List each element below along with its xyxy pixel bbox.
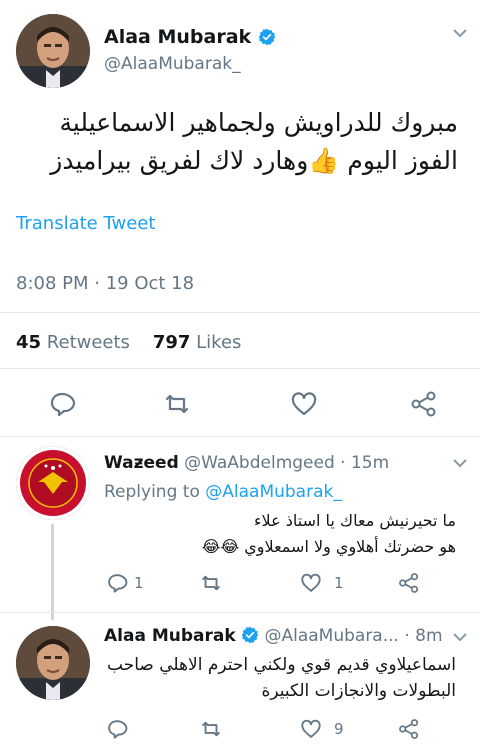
replying-to-prefix: Replying to — [104, 482, 200, 502]
likes-label[interactable]: Likes — [196, 332, 241, 353]
verified-badge-icon — [241, 626, 259, 644]
retweets-label[interactable]: Retweets — [47, 332, 130, 353]
reply-text-line: اسماعيلاوي قديم قوي ولكني احترم الاهلي ص… — [107, 655, 456, 675]
reply-text: ما تحيرنيش معاك يا استاذ علاء هو حضرتك أ… — [96, 508, 456, 560]
reply-icon[interactable] — [48, 390, 76, 418]
translate-tweet-link[interactable]: Translate Tweet — [16, 213, 155, 234]
reply-header: Waƶeed @WaAbdelmgeed · 15m — [104, 453, 389, 473]
share-icon[interactable] — [410, 390, 438, 418]
author-name[interactable]: Alaa Mubarak — [104, 26, 276, 48]
reply-avatar[interactable] — [16, 446, 90, 520]
divider — [0, 312, 480, 313]
reply-time: · 8m — [404, 626, 443, 646]
chevron-down-icon[interactable] — [452, 458, 468, 468]
author-handle[interactable]: @AlaaMubarak_ — [104, 54, 241, 74]
retweet-icon[interactable] — [163, 390, 191, 418]
reply-text-line: البطولات والانجازات الكبيرة — [261, 681, 456, 701]
tweet-text: مبروك للدراويش ولجماهير الاسماعيلية الفو… — [8, 104, 458, 180]
reply-icon[interactable] — [106, 718, 128, 740]
like-count: 1 — [334, 574, 344, 592]
replying-to-handle[interactable]: @AlaaMubarak_ — [205, 482, 342, 502]
reply-count: 1 — [134, 574, 144, 592]
likes-count[interactable]: 797 — [153, 332, 191, 353]
author-name-text: Alaa Mubarak — [104, 26, 252, 48]
thread-line — [51, 524, 54, 620]
reply-avatar[interactable] — [16, 626, 90, 700]
reply-text: اسماعيلاوي قديم قوي ولكني احترم الاهلي ص… — [96, 652, 456, 704]
retweet-icon[interactable] — [200, 718, 222, 740]
reply-text-line: ما تحيرنيش معاك يا استاذ علاء — [254, 511, 456, 530]
like-icon[interactable] — [300, 572, 322, 594]
reply-author-handle[interactable]: @WaAbdelmgeed — [184, 453, 335, 473]
like-icon[interactable] — [290, 390, 318, 418]
retweet-icon[interactable] — [200, 572, 222, 594]
reply-author-name[interactable]: Waƶeed — [104, 453, 179, 473]
retweets-count[interactable]: 45 — [16, 332, 41, 353]
tweet-stats: 45 Retweets 797 Likes — [16, 332, 241, 353]
chevron-down-icon[interactable] — [452, 28, 468, 38]
share-icon[interactable] — [398, 718, 420, 740]
tweet-timestamp: 8:08 PM · 19 Oct 18 — [16, 273, 195, 294]
like-count: 9 — [334, 720, 344, 738]
reply-text-line: هو حضرتك أهلاوي ولا اسمعلاوي 😂😂 — [201, 537, 456, 556]
reply-author-name[interactable]: Alaa Mubarak — [104, 626, 236, 646]
divider — [0, 436, 480, 437]
like-icon[interactable] — [300, 718, 322, 740]
replying-to: Replying to @AlaaMubarak_ — [104, 482, 342, 502]
reply-time: · 15m — [340, 453, 390, 473]
author-avatar[interactable] — [16, 14, 90, 88]
verified-badge-icon — [258, 28, 276, 46]
tweet-text-line: مبروك للدراويش ولجماهير الاسماعيلية — [59, 108, 458, 137]
reply-header: Alaa Mubarak @AlaaMubara... · 8m — [104, 626, 443, 646]
reply-icon[interactable] — [106, 572, 128, 594]
share-icon[interactable] — [398, 572, 420, 594]
reply-author-handle[interactable]: @AlaaMubara... — [264, 626, 398, 646]
tweet-text-line: الفوز اليوم 👍وهارد لاك لفريق بيراميدز — [50, 146, 458, 175]
chevron-down-icon[interactable] — [452, 632, 468, 642]
divider — [0, 368, 480, 369]
divider — [0, 612, 480, 613]
